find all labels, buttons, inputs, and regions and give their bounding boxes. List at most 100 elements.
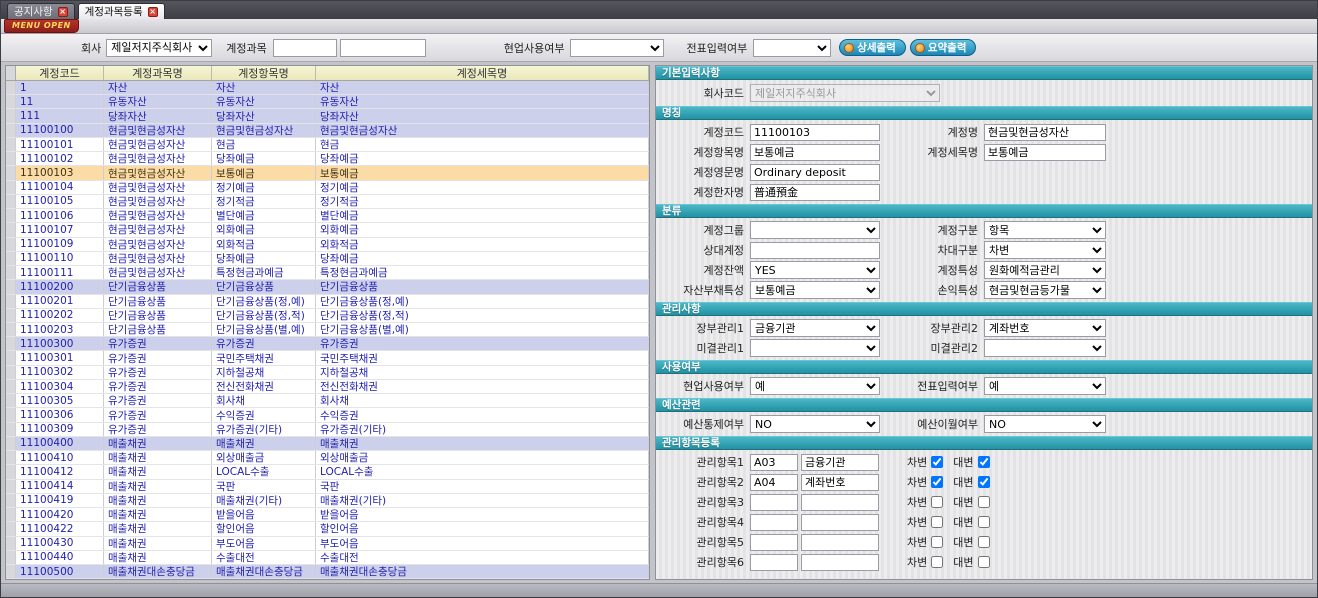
debit-checkbox[interactable] [931, 496, 943, 508]
credit-checkbox[interactable] [978, 536, 990, 548]
row-selector[interactable] [6, 252, 16, 265]
table-row[interactable]: 11유동자산유동자산유동자산 [6, 95, 649, 109]
table-row[interactable]: 1자산자산자산 [6, 81, 649, 95]
table-row[interactable]: 11100106현금및현금성자산별단예금별단예금 [6, 209, 649, 223]
row-selector[interactable] [6, 81, 16, 94]
menu-open-button[interactable]: MENU OPEN [4, 19, 79, 33]
row-selector[interactable] [6, 522, 16, 535]
table-row[interactable]: 11100306유가증권수익증권수익증권 [6, 408, 649, 422]
hanja-name-input[interactable] [750, 184, 880, 201]
row-selector[interactable] [6, 309, 16, 322]
english-name-input[interactable] [750, 164, 880, 181]
field-select[interactable]: NO [750, 415, 880, 433]
table-row[interactable]: 11100110현금및현금성자산당좌예금당좌예금 [6, 252, 649, 266]
table-row[interactable]: 11100103현금및현금성자산보통예금보통예금 [6, 166, 649, 180]
field-select[interactable]: NO [984, 415, 1106, 433]
row-selector[interactable] [6, 508, 16, 521]
table-row[interactable]: 11100419매출채권매출채권(기타)매출채권(기타) [6, 494, 649, 508]
mgmt-item-code-input[interactable] [750, 554, 798, 571]
field-select[interactable] [750, 221, 880, 239]
table-row[interactable]: 11100420매출채권받을어음받을어음 [6, 508, 649, 522]
credit-checkbox[interactable] [978, 496, 990, 508]
account-code-search-input[interactable] [273, 39, 337, 57]
mgmt-item-name-input[interactable] [801, 554, 879, 571]
debit-checkbox[interactable] [931, 536, 943, 548]
table-row[interactable]: 11100414매출채권국판국판 [6, 480, 649, 494]
debit-checkbox[interactable] [931, 476, 943, 488]
account-code-input[interactable] [750, 124, 880, 141]
detail-print-button[interactable]: 상세출력 [839, 39, 906, 56]
mgmt-item-name-input[interactable] [801, 474, 879, 491]
table-row[interactable]: 11100301유가증권국민주택채권국민주택채권 [6, 351, 649, 365]
table-row[interactable]: 11100104현금및현금성자산정기예금정기예금 [6, 181, 649, 195]
row-selector[interactable] [6, 181, 16, 194]
tab-account-registration[interactable]: 계정과목등록 × [78, 3, 165, 19]
table-row[interactable]: 11100107현금및현금성자산외화예금외화예금 [6, 223, 649, 237]
table-row[interactable]: 11100102현금및현금성자산당좌예금당좌예금 [6, 152, 649, 166]
table-row[interactable]: 11100400매출채권매출채권매출채권 [6, 437, 649, 451]
table-row[interactable]: 11100440매출채권수출대전수출대전 [6, 551, 649, 565]
row-selector[interactable] [6, 351, 16, 364]
row-selector[interactable] [6, 152, 16, 165]
slip-entry-select[interactable] [753, 39, 831, 57]
field-select[interactable] [750, 339, 880, 357]
credit-checkbox[interactable] [978, 556, 990, 568]
debit-checkbox[interactable] [931, 556, 943, 568]
row-selector[interactable] [6, 295, 16, 308]
row-selector[interactable] [6, 337, 16, 350]
mgmt-item-code-input[interactable] [750, 534, 798, 551]
row-selector[interactable] [6, 423, 16, 436]
field-input[interactable] [750, 242, 880, 259]
row-selector[interactable] [6, 138, 16, 151]
row-selector[interactable] [6, 380, 16, 393]
row-selector[interactable] [6, 465, 16, 478]
table-row[interactable]: 11100302유가증권지하철공채지하철공채 [6, 366, 649, 380]
row-selector[interactable] [6, 195, 16, 208]
table-row[interactable]: 11100203단기금융상품단기금융상품(별,예)단기금융상품(별,예) [6, 323, 649, 337]
mgmt-item-name-input[interactable] [801, 514, 879, 531]
field-select[interactable]: 현금및현금등가물 [984, 281, 1106, 299]
debit-checkbox[interactable] [931, 516, 943, 528]
field-select[interactable]: 예 [750, 377, 880, 395]
table-row[interactable]: 111당좌자산당좌자산당좌자산 [6, 109, 649, 123]
table-row[interactable]: 11100500매출채권대손충당금매출채권대손충당금매출채권대손충당금 [6, 565, 649, 579]
company-code-select[interactable]: 제일저지주식회사 [750, 84, 940, 102]
row-selector[interactable] [6, 366, 16, 379]
row-selector[interactable] [6, 494, 16, 507]
row-selector[interactable] [6, 124, 16, 137]
row-selector[interactable] [6, 480, 16, 493]
row-selector[interactable] [6, 209, 16, 222]
row-selector[interactable] [6, 280, 16, 293]
row-selector[interactable] [6, 238, 16, 251]
account-name-search-input[interactable] [340, 39, 426, 57]
field-select[interactable]: 금융기관 [750, 319, 880, 337]
mgmt-item-code-input[interactable] [750, 474, 798, 491]
row-selector[interactable] [6, 437, 16, 450]
field-select[interactable]: 차변 [984, 241, 1106, 259]
row-selector[interactable] [6, 166, 16, 179]
field-select[interactable]: 계좌번호 [984, 319, 1106, 337]
row-selector[interactable] [6, 109, 16, 122]
mgmt-item-code-input[interactable] [750, 514, 798, 531]
field-select[interactable]: 항목 [984, 221, 1106, 239]
table-row[interactable]: 11100201단기금융상품단기금융상품(정,예)단기금융상품(정,예) [6, 295, 649, 309]
table-row[interactable]: 11100305유가증권회사채회사채 [6, 394, 649, 408]
close-icon[interactable]: × [148, 7, 158, 17]
summary-print-button[interactable]: 요약출력 [910, 39, 977, 56]
account-name-input[interactable] [984, 124, 1106, 141]
table-row[interactable]: 11100100현금및현금성자산현금및현금성자산현금및현금성자산 [6, 124, 649, 138]
row-selector[interactable] [6, 537, 16, 550]
row-selector[interactable] [6, 565, 16, 578]
row-selector[interactable] [6, 408, 16, 421]
credit-checkbox[interactable] [978, 456, 990, 468]
row-selector[interactable] [6, 266, 16, 279]
field-select[interactable]: 예 [984, 377, 1106, 395]
field-select[interactable]: YES [750, 261, 880, 279]
field-select[interactable]: 원화예적금관리 [984, 261, 1106, 279]
debit-checkbox[interactable] [931, 456, 943, 468]
row-selector[interactable] [6, 323, 16, 336]
table-row[interactable]: 11100422매출채권할인어음할인어음 [6, 522, 649, 536]
row-selector[interactable] [6, 451, 16, 464]
table-row[interactable]: 11100101현금및현금성자산현금현금 [6, 138, 649, 152]
close-icon[interactable]: × [58, 7, 68, 17]
